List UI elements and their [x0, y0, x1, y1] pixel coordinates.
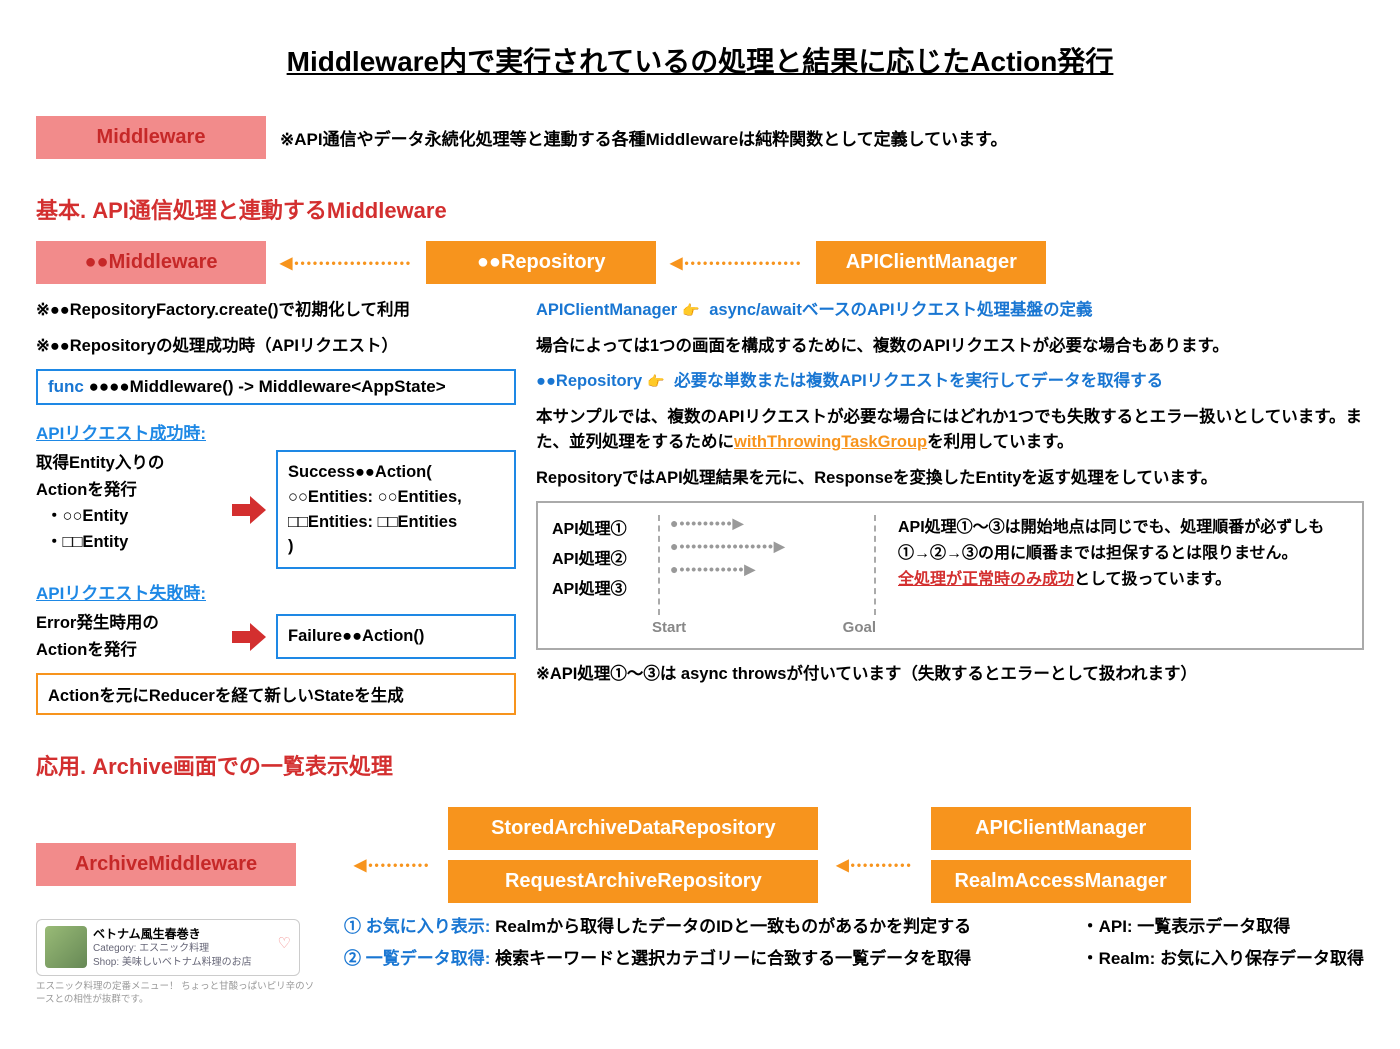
page-title: Middleware内で実行されているの処理と結果に応じたAction発行: [36, 40, 1364, 80]
right-column: APIClientManager👉 async/awaitベースのAPIリクエス…: [536, 298, 1364, 715]
middleware-note: ※API通信やデータ永続化処理等と連動する各種Middlewareは純粋関数とし…: [280, 125, 1007, 150]
arrow-left-icon: ◀••••••••••: [354, 855, 430, 875]
right-l4: 本サンプルでは、複数のAPIリクエストが必要な場合にはどれか1つでも失敗するとエ…: [536, 405, 1364, 456]
generic-middleware-badge: ●●Middleware: [36, 241, 266, 284]
realm-access-badge: RealmAccessManager: [931, 860, 1191, 903]
right-list: ・API: 一覧表示データ取得 ・Realm: お気に入り保存データ取得: [1082, 911, 1364, 976]
reducer-box: Actionを元にReducerを経て新しいStateを生成: [36, 673, 516, 715]
red-arrow-icon: [232, 623, 266, 651]
request-archive-badge: RequestArchiveRepository: [448, 860, 818, 903]
arrow-left-icon: ◀•••••••••••••••••••: [670, 253, 802, 273]
card-thumb: [45, 926, 87, 968]
stored-archive-badge: StoredArchiveDataRepository: [448, 807, 818, 850]
basic-badges-row: ●●Middleware ◀••••••••••••••••••• ●●Repo…: [36, 241, 1364, 284]
applied-badges-row: ArchiveMiddleware ◀•••••••••• StoredArch…: [36, 807, 1364, 903]
right-l1: APIClientManager👉 async/awaitベースのAPIリクエス…: [536, 298, 1364, 324]
card-preview: ベトナム風生春巻き Category: エスニック料理 Shop: 美味しいベト…: [36, 919, 300, 976]
success-code-box: Success●●Action( ○○Entities: ○○Entities,…: [276, 450, 516, 569]
header-row: Middleware ※API通信やデータ永続化処理等と連動する各種Middle…: [36, 116, 1364, 159]
api-client-badge: APIClientManager: [816, 241, 1046, 284]
explain-list: ① お気に入り表示: Realmから取得したデータのIDと一致ものがあるかを判定…: [344, 911, 1058, 976]
red-arrow-icon: [232, 496, 266, 524]
func-box: func ●●●●Middleware() -> Middleware<AppS…: [36, 369, 516, 405]
repo-success-note: ※●●Repositoryの処理成功時（APIリクエスト）: [36, 334, 516, 360]
repo-factory-note: ※●●RepositoryFactory.create()で初期化して利用: [36, 298, 516, 324]
api-client-badge-2: APIClientManager: [931, 807, 1191, 850]
api-foot: ※API処理①〜③は async throwsが付いています（失敗するとエラーと…: [536, 660, 1364, 684]
failure-code-box: Failure●●Action(): [276, 614, 516, 659]
generic-repository-badge: ●●Repository: [426, 241, 656, 284]
basic-heading: 基本. API通信処理と連動するMiddleware: [36, 193, 1364, 225]
right-l5: RepositoryではAPI処理結果を元に、Responseを変換したEnti…: [536, 466, 1364, 492]
left-column: ※●●RepositoryFactory.create()で初期化して利用 ※●…: [36, 298, 516, 715]
success-left-text: 取得Entity入りの Actionを発行 ・○○Entity ・□□Entit…: [36, 450, 222, 556]
arrow-left-icon: ◀•••••••••••••••••••: [280, 253, 412, 273]
middleware-badge: Middleware: [36, 116, 266, 159]
archive-middleware-badge: ArchiveMiddleware: [36, 843, 296, 886]
failure-head: APIリクエスト失敗時:: [36, 579, 516, 604]
arrow-left-icon: ◀••••••••••: [836, 855, 912, 875]
right-l3: ●●Repository👉 必要な単数または複数APIリクエストを実行してデータ…: [536, 369, 1364, 395]
failure-left-text: Error発生時用の Actionを発行: [36, 610, 222, 663]
api-diagram: API処理① API処理② API処理③ ●•••••••••▶ ●••••••…: [536, 501, 1364, 650]
heart-icon: ♡: [278, 934, 291, 952]
applied-heading: 応用. Archive画面での一覧表示処理: [36, 749, 1364, 781]
success-head: APIリクエスト成功時:: [36, 419, 516, 444]
right-l2: 場合によっては1つの画面を構成するために、複数のAPIリクエストが必要な場合もあ…: [536, 334, 1364, 360]
